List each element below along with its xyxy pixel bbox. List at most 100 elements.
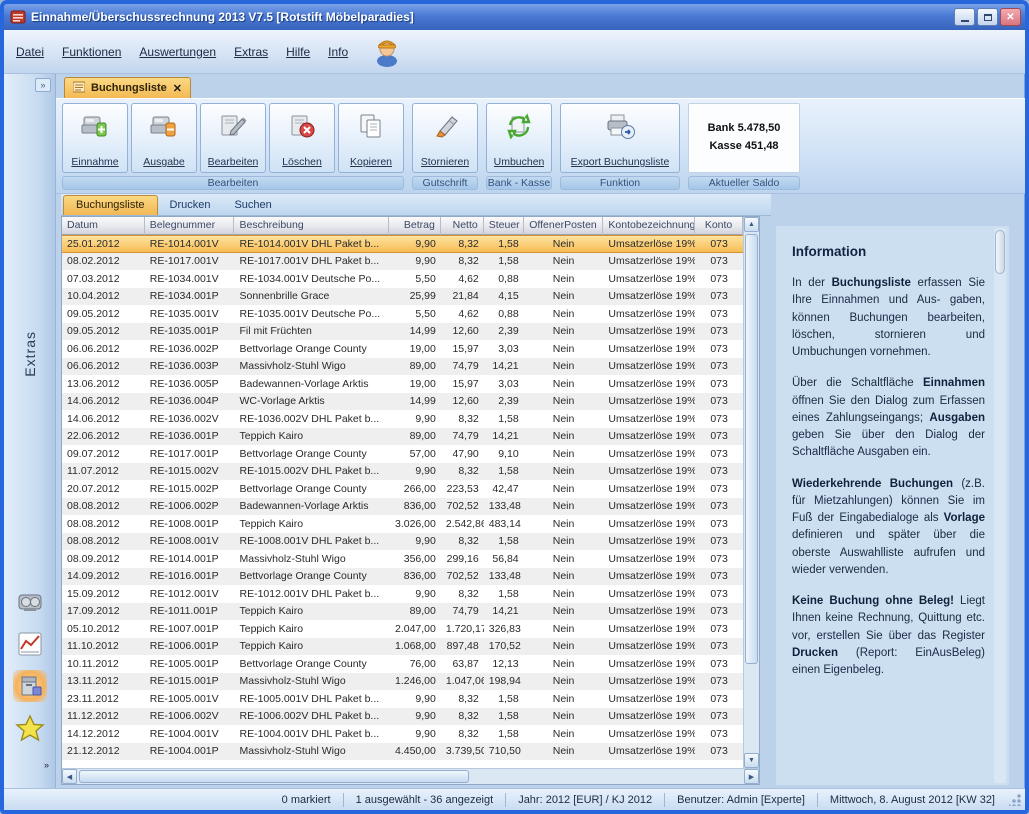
table-cell: 073 bbox=[695, 308, 743, 320]
kopieren-button[interactable]: Kopieren bbox=[338, 103, 404, 173]
table-row[interactable]: 08.08.2012RE-1008.001PTeppich Kairo3.026… bbox=[62, 515, 743, 533]
table-cell: 073 bbox=[695, 395, 743, 407]
table-row[interactable]: 07.03.2012RE-1034.001VRE-1034.001V Deuts… bbox=[62, 270, 743, 288]
table-row[interactable]: 08.02.2012RE-1017.001VRE-1017.001V DHL P… bbox=[62, 253, 743, 271]
table-row[interactable]: 13.06.2012RE-1036.005PBadewannen-Vorlage… bbox=[62, 375, 743, 393]
table-cell: Umsatzerlöse 19% bbox=[603, 623, 695, 635]
table-cell: RE-1015.001P bbox=[145, 675, 235, 687]
table-row[interactable]: 14.06.2012RE-1036.004PWC-Vorlage Arktis1… bbox=[62, 393, 743, 411]
scroll-up-icon[interactable]: ▲ bbox=[744, 217, 759, 232]
table-row[interactable]: 23.11.2012RE-1005.001VRE-1005.001V DHL P… bbox=[62, 690, 743, 708]
table-row[interactable]: 17.09.2012RE-1011.001PTeppich Kairo89,00… bbox=[62, 603, 743, 621]
scroll-down-icon[interactable]: ▼ bbox=[744, 753, 759, 768]
info-scroll-thumb[interactable] bbox=[995, 230, 1005, 274]
bearbeiten-button[interactable]: Bearbeiten bbox=[200, 103, 266, 173]
vertical-scrollbar[interactable]: ▲ ▼ bbox=[743, 217, 759, 768]
table-row[interactable]: 06.06.2012RE-1036.003PMassivholz-Stuhl W… bbox=[62, 358, 743, 376]
export-buchungsliste-button[interactable]: Export Buchungsliste bbox=[560, 103, 680, 173]
table-row[interactable]: 14.06.2012RE-1036.002VRE-1036.002V DHL P… bbox=[62, 410, 743, 428]
expand-icon[interactable]: » bbox=[35, 78, 51, 92]
table-cell: 483,14 bbox=[484, 518, 524, 530]
table-row[interactable]: 11.07.2012RE-1015.002VRE-1015.002V DHL P… bbox=[62, 463, 743, 481]
einnahme-button[interactable]: Einnahme bbox=[62, 103, 128, 173]
table-row[interactable]: 08.09.2012RE-1014.001PMassivholz-Stuhl W… bbox=[62, 550, 743, 568]
menu-funktionen[interactable]: Funktionen bbox=[62, 45, 121, 59]
column-header-betrag[interactable]: Betrag bbox=[389, 217, 441, 235]
table-cell: Umsatzerlöse 19% bbox=[603, 465, 695, 477]
umbuchen-button[interactable]: Umbuchen bbox=[486, 103, 552, 173]
table-cell: RE-1012.001V bbox=[145, 588, 235, 600]
table-cell: 710,50 bbox=[484, 745, 524, 757]
chevron-icon[interactable]: » bbox=[44, 760, 49, 770]
minimize-button[interactable] bbox=[954, 8, 975, 26]
table-row[interactable]: 11.10.2012RE-1006.001PTeppich Kairo1.068… bbox=[62, 638, 743, 656]
column-header-konto[interactable]: Konto bbox=[695, 217, 743, 235]
column-header-kontobezeichnung[interactable]: Kontobezeichnung bbox=[603, 217, 695, 235]
toolbar: Einnahme Ausgabe Bearbeite bbox=[56, 98, 1025, 194]
table-row[interactable]: 06.06.2012RE-1036.002PBettvorlage Orange… bbox=[62, 340, 743, 358]
column-header-belegnummer[interactable]: Belegnummer bbox=[145, 217, 235, 235]
tab-buchungsliste[interactable]: Buchungsliste ✕ bbox=[64, 77, 191, 98]
subtab-suchen[interactable]: Suchen bbox=[222, 196, 283, 215]
stornieren-button[interactable]: Stornieren bbox=[412, 103, 478, 173]
horizontal-scroll-thumb[interactable] bbox=[79, 770, 469, 783]
user-icon[interactable] bbox=[372, 37, 402, 67]
subtab-drucken[interactable]: Drucken bbox=[158, 196, 223, 215]
table-row[interactable]: 08.08.2012RE-1008.001VRE-1008.001V DHL P… bbox=[62, 533, 743, 551]
table-row[interactable]: 09.05.2012RE-1035.001PFil mit Früchten14… bbox=[62, 323, 743, 341]
menu-extras[interactable]: Extras bbox=[234, 45, 268, 59]
loeschen-button[interactable]: Löschen bbox=[269, 103, 335, 173]
table-cell: Umsatzerlöse 19% bbox=[603, 728, 695, 740]
table-row[interactable]: 09.05.2012RE-1035.001VRE-1035.001V Deuts… bbox=[62, 305, 743, 323]
table-row[interactable]: 21.12.2012RE-1004.001PMassivholz-Stuhl W… bbox=[62, 743, 743, 761]
subtab-buchungsliste[interactable]: Buchungsliste bbox=[63, 195, 158, 215]
table-row[interactable]: 20.07.2012RE-1015.002PBettvorlage Orange… bbox=[62, 480, 743, 498]
table-row[interactable]: 13.11.2012RE-1015.001PMassivholz-Stuhl W… bbox=[62, 673, 743, 691]
star-icon[interactable] bbox=[13, 712, 47, 744]
column-header-netto[interactable]: Netto bbox=[441, 217, 484, 235]
column-header-steuer[interactable]: Steuer bbox=[484, 217, 524, 235]
resize-grip-icon[interactable] bbox=[1009, 794, 1021, 806]
tab-close-icon[interactable]: ✕ bbox=[173, 82, 182, 95]
close-button[interactable]: ✕ bbox=[1000, 8, 1021, 26]
info-scrollbar[interactable] bbox=[994, 228, 1006, 783]
table-row[interactable]: 09.07.2012RE-1017.001PBettvorlage Orange… bbox=[62, 445, 743, 463]
archive-box-icon[interactable] bbox=[13, 670, 47, 702]
table-row[interactable]: 22.06.2012RE-1036.001PTeppich Kairo89,00… bbox=[62, 428, 743, 446]
money-counter-icon[interactable] bbox=[13, 586, 47, 618]
column-header-beschreibung[interactable]: Beschreibung bbox=[234, 217, 389, 235]
table-cell: Bettvorlage Orange County bbox=[234, 570, 389, 582]
table-row[interactable]: 10.04.2012RE-1034.001PSonnenbrille Grace… bbox=[62, 288, 743, 306]
menu-hilfe[interactable]: Hilfe bbox=[286, 45, 310, 59]
table-row[interactable]: 14.12.2012RE-1004.001VRE-1004.001V DHL P… bbox=[62, 725, 743, 743]
scroll-left-icon[interactable]: ◀ bbox=[62, 769, 77, 784]
table-row[interactable]: 05.10.2012RE-1007.001PTeppich Kairo2.047… bbox=[62, 620, 743, 638]
scroll-right-icon[interactable]: ▶ bbox=[744, 769, 759, 784]
table-row[interactable]: 14.09.2012RE-1016.001PBettvorlage Orange… bbox=[62, 568, 743, 586]
table-cell: Bettvorlage Orange County bbox=[234, 343, 389, 355]
vertical-scroll-thumb[interactable] bbox=[745, 234, 758, 664]
table-row[interactable]: 15.09.2012RE-1012.001VRE-1012.001V DHL P… bbox=[62, 585, 743, 603]
bank-saldo: Bank 5.478,50 bbox=[708, 120, 781, 138]
column-header-datum[interactable]: Datum bbox=[62, 217, 145, 235]
table-row[interactable]: 08.08.2012RE-1006.002PBadewannen-Vorlage… bbox=[62, 498, 743, 516]
table-row[interactable]: 25.01.2012RE-1014.001VRE-1014.001V DHL P… bbox=[62, 235, 743, 253]
table-cell: Nein bbox=[524, 395, 604, 407]
table-row[interactable]: 10.11.2012RE-1005.001PBettvorlage Orange… bbox=[62, 655, 743, 673]
table-cell: 073 bbox=[695, 255, 743, 267]
table-cell: 133,48 bbox=[484, 500, 524, 512]
ausgabe-button[interactable]: Ausgabe bbox=[131, 103, 197, 173]
table-row[interactable]: 11.12.2012RE-1006.002VRE-1006.002V DHL P… bbox=[62, 708, 743, 726]
table-cell: 073 bbox=[695, 238, 743, 250]
column-header-offenerposten[interactable]: OffenerPosten bbox=[524, 217, 604, 235]
menu-info[interactable]: Info bbox=[328, 45, 348, 59]
table-cell: Nein bbox=[524, 588, 604, 600]
chart-icon[interactable] bbox=[13, 628, 47, 660]
table-cell: Umsatzerlöse 19% bbox=[603, 430, 695, 442]
table-cell: 74,79 bbox=[441, 430, 484, 442]
table-cell: Nein bbox=[524, 658, 604, 670]
restore-button[interactable] bbox=[977, 8, 998, 26]
menu-datei[interactable]: Datei bbox=[16, 45, 44, 59]
horizontal-scrollbar[interactable]: ◀ ▶ bbox=[62, 768, 759, 784]
menu-auswertungen[interactable]: Auswertungen bbox=[139, 45, 216, 59]
